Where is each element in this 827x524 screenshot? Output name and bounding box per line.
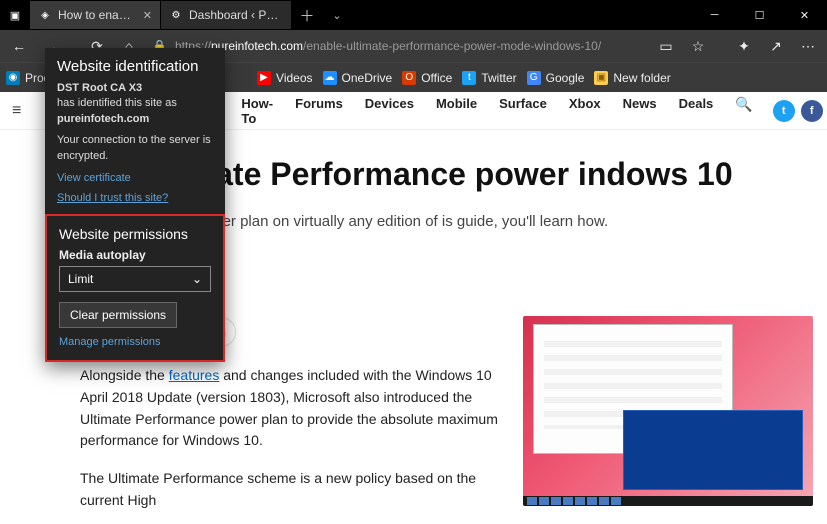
google-icon: G xyxy=(527,71,541,85)
cert-authority: DST Root CA X3 xyxy=(57,82,142,94)
media-autoplay-select[interactable]: Limit ⌄ xyxy=(59,266,211,292)
site-favicon-icon: ⚙ xyxy=(169,8,183,22)
identified-text: has identified this site as xyxy=(57,96,213,111)
nav-item[interactable]: Devices xyxy=(365,96,414,126)
fav-label: Twitter xyxy=(481,71,516,85)
new-tab-button[interactable]: ＋ xyxy=(292,5,322,26)
manage-permissions-link[interactable]: Manage permissions xyxy=(59,336,211,348)
settings-more-icon[interactable]: ⋯ xyxy=(793,31,823,61)
facebook-link-icon[interactable]: f xyxy=(801,100,823,122)
window-controls: ─ ☐ ✕ xyxy=(692,0,827,30)
favorite-star-icon[interactable]: ☆ xyxy=(683,31,713,61)
fav-twitter[interactable]: t Twitter xyxy=(462,71,516,85)
tab-strip: ▣ ◈ How to enable Ultimat ✕ ⚙ Dashboard … xyxy=(0,0,352,30)
fav-google[interactable]: G Google xyxy=(527,71,585,85)
nav-list: How-To Forums Devices Mobile Surface Xbo… xyxy=(241,96,752,126)
flyout-title: Website identification xyxy=(57,58,213,75)
browser-tab[interactable]: ⚙ Dashboard ‹ Pureinfotech xyxy=(161,1,291,29)
media-autoplay-label: Media autoplay xyxy=(59,248,211,262)
onedrive-icon: ☁ xyxy=(323,71,337,85)
illustration-powershell-window xyxy=(623,410,803,490)
features-link[interactable]: features xyxy=(169,367,220,383)
dell-icon: ◉ xyxy=(6,71,20,85)
twitter-link-icon[interactable]: t xyxy=(773,100,795,122)
fav-label: Videos xyxy=(276,71,312,85)
clear-permissions-button[interactable]: Clear permissions xyxy=(59,302,177,328)
close-window-button[interactable]: ✕ xyxy=(782,0,827,30)
close-icon[interactable]: ✕ xyxy=(143,9,152,22)
tab-label: Dashboard ‹ Pureinfotech xyxy=(189,8,283,22)
social-links: t f ▶ ⋋ xyxy=(773,100,827,122)
nav-item[interactable]: Forums xyxy=(295,96,343,126)
taskview-icon[interactable]: ▣ xyxy=(0,0,30,30)
permissions-title: Website permissions xyxy=(59,226,211,242)
fav-label: Office xyxy=(421,71,452,85)
identified-site: pureinfotech.com xyxy=(57,112,213,127)
article-hero-image xyxy=(523,316,813,506)
tab-tools-button[interactable]: ⌄ xyxy=(322,9,352,22)
tab-label: How to enable Ultimat xyxy=(58,8,137,22)
site-info-flyout: Website identification DST Root CA X3 ha… xyxy=(45,48,225,362)
office-icon: O xyxy=(402,71,416,85)
fav-label: OneDrive xyxy=(342,71,393,85)
reading-view-icon[interactable]: ▭ xyxy=(651,31,681,61)
nav-item[interactable]: Xbox xyxy=(569,96,601,126)
nav-item[interactable]: Surface xyxy=(499,96,547,126)
website-permissions-section: Website permissions Media autoplay Limit… xyxy=(45,214,225,362)
select-value: Limit xyxy=(68,272,93,286)
encrypted-text: Your connection to the server is encrypt… xyxy=(57,133,213,164)
fav-office[interactable]: O Office xyxy=(402,71,452,85)
favorites-hub-icon[interactable]: ✦ xyxy=(729,31,759,61)
nav-item[interactable]: Mobile xyxy=(436,96,477,126)
illustration-taskbar xyxy=(523,496,813,506)
website-identification-section: Website identification DST Root CA X3 ha… xyxy=(45,48,225,214)
fav-onedrive[interactable]: ☁ OneDrive xyxy=(323,71,393,85)
trust-site-link[interactable]: Should I trust this site? xyxy=(57,192,213,204)
minimize-button[interactable]: ─ xyxy=(692,0,737,30)
maximize-button[interactable]: ☐ xyxy=(737,0,782,30)
fav-videos[interactable]: ▶ Videos xyxy=(257,71,312,85)
url-input[interactable]: 🔒 https://pureinfotech.com/enable-ultima… xyxy=(152,34,643,58)
window-titlebar: ▣ ◈ How to enable Ultimat ✕ ⚙ Dashboard … xyxy=(0,0,827,30)
url-path: /enable-ultimate-performance-power-mode-… xyxy=(303,39,601,53)
twitter-icon: t xyxy=(462,71,476,85)
hamburger-icon[interactable]: ≡ xyxy=(12,102,21,120)
fav-label: New folder xyxy=(613,71,670,85)
share-icon[interactable]: ↗ xyxy=(761,31,791,61)
article-paragraph: The Ultimate Performance scheme is a new… xyxy=(80,468,510,511)
article-paragraph: Alongside the features and changes inclu… xyxy=(80,365,510,452)
search-icon[interactable]: 🔍 xyxy=(735,96,752,126)
view-certificate-link[interactable]: View certificate xyxy=(57,172,213,184)
browser-tab-active[interactable]: ◈ How to enable Ultimat ✕ xyxy=(30,1,160,29)
nav-item[interactable]: Deals xyxy=(679,96,714,126)
fav-newfolder[interactable]: ▣ New folder xyxy=(594,71,670,85)
folder-icon: ▣ xyxy=(594,71,608,85)
youtube-icon: ▶ xyxy=(257,71,271,85)
site-favicon-icon: ◈ xyxy=(38,8,52,22)
back-button[interactable]: ← xyxy=(4,31,34,61)
fav-label: Google xyxy=(546,71,585,85)
nav-item[interactable]: How-To xyxy=(241,96,273,126)
chevron-down-icon: ⌄ xyxy=(192,272,202,286)
nav-item[interactable]: News xyxy=(623,96,657,126)
